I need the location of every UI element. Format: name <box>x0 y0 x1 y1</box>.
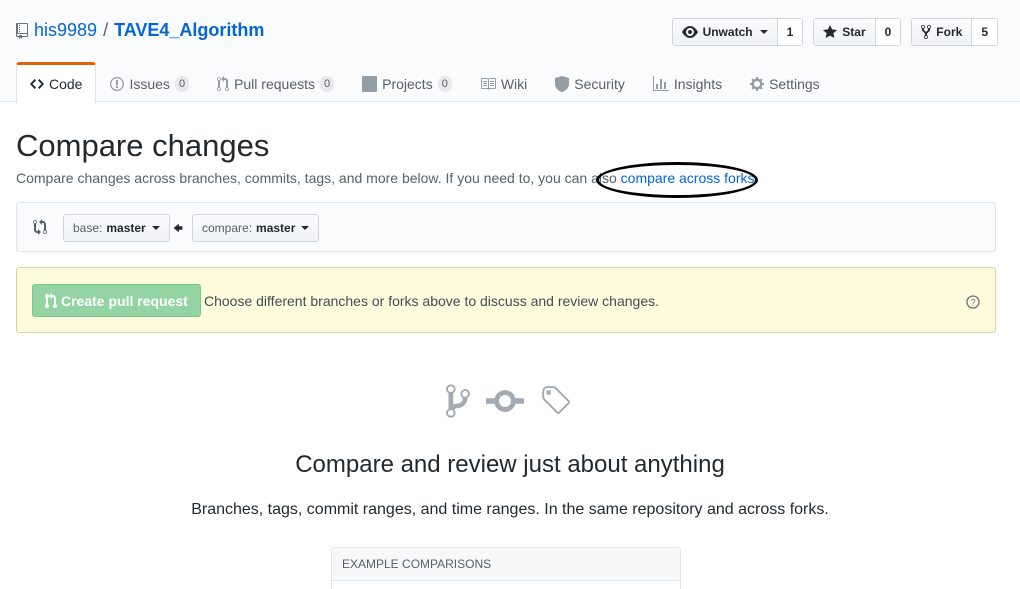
compare-branch-prefix: compare: <box>202 221 253 235</box>
repo-header: his9989 / TAVE4_Algorithm Unwatch 1 Star… <box>0 0 1020 103</box>
repo-owner-link[interactable]: his9989 <box>34 20 97 41</box>
fork-icon <box>921 24 932 40</box>
base-branch-name: master <box>106 221 146 235</box>
fork-group: Fork 5 <box>911 18 998 46</box>
code-icon <box>30 79 44 89</box>
book-icon <box>480 77 496 90</box>
projects-counter: 0 <box>437 75 452 92</box>
flash-message: Choose different branches or forks above… <box>204 293 659 309</box>
page-title: Compare changes <box>16 128 270 163</box>
gear-icon <box>750 76 765 91</box>
tab-insights[interactable]: Insights <box>639 62 736 102</box>
chevron-down-icon <box>151 226 160 230</box>
create-pull-request-label: Create pull request <box>61 292 188 309</box>
stargazers-count[interactable]: 0 <box>875 19 901 45</box>
repo-name-link[interactable]: TAVE4_Algorithm <box>114 20 264 41</box>
tab-insights-label: Insights <box>673 75 723 92</box>
example-comparisons-header: Example comparisons <box>332 548 680 581</box>
compare-arrows-icon <box>33 219 47 235</box>
watchers-count[interactable]: 1 <box>777 19 803 45</box>
question-icon[interactable]: ? <box>966 295 980 309</box>
compare-across-forks-link[interactable]: compare across forks. <box>621 170 759 186</box>
star-label: Star <box>842 25 866 39</box>
forks-count[interactable]: 5 <box>972 19 997 45</box>
base-branch-select[interactable]: base: master <box>63 214 170 242</box>
blankslate-description: Branches, tags, commit ranges, and time … <box>191 501 829 518</box>
issues-counter: 0 <box>174 75 190 92</box>
tab-code[interactable]: Code <box>16 62 97 103</box>
tag-icon <box>542 386 571 414</box>
pull-request-icon <box>217 75 230 91</box>
commit-icon <box>486 390 524 412</box>
star-group: Star 0 <box>813 18 902 46</box>
tab-security-label: Security <box>574 75 625 92</box>
blankslate-title: Compare and review just about anything <box>295 451 725 478</box>
tab-pull-requests-label: Pull requests <box>234 75 315 92</box>
tab-projects-label: Projects <box>382 75 433 92</box>
arrow-left-icon <box>173 223 183 233</box>
chevron-down-icon <box>301 226 310 230</box>
tab-settings[interactable]: Settings <box>736 62 834 102</box>
graph-icon <box>652 75 669 91</box>
tab-issues-label: Issues <box>129 75 170 92</box>
project-icon <box>362 75 378 92</box>
compare-branch-select[interactable]: compare: master <box>192 214 320 242</box>
branch-icon <box>446 384 470 418</box>
star-icon <box>823 25 838 38</box>
tab-wiki[interactable]: Wiki <box>466 62 541 102</box>
svg-text:?: ? <box>970 298 975 308</box>
compare-flash: Create pull request Choose different bra… <box>16 267 996 333</box>
tab-settings-label: Settings <box>769 75 820 92</box>
eye-icon <box>681 26 698 38</box>
tab-wiki-label: Wiki <box>500 75 528 92</box>
issue-icon <box>110 76 125 91</box>
watch-group: Unwatch 1 <box>671 18 804 46</box>
star-button[interactable]: Star <box>814 19 876 45</box>
blankslate-icons <box>444 382 572 420</box>
base-branch-prefix: base: <box>73 221 103 235</box>
page-description: Compare changes across branches, commits… <box>16 170 758 186</box>
unwatch-button[interactable]: Unwatch <box>672 19 778 45</box>
tab-code-label: Code <box>49 76 83 92</box>
tab-security[interactable]: Security <box>541 62 639 102</box>
pull-request-icon <box>45 292 57 308</box>
fork-button[interactable]: Fork <box>912 19 973 45</box>
compare-branch-name: master <box>256 221 296 235</box>
shield-icon <box>555 75 570 92</box>
repo-separator: / <box>103 20 109 40</box>
unwatch-label: Unwatch <box>702 25 753 39</box>
repo-icon <box>16 22 28 39</box>
chevron-down-icon <box>759 30 768 34</box>
create-pull-request-button[interactable]: Create pull request <box>32 284 201 317</box>
range-editor: base: master compare: master <box>16 202 996 252</box>
tab-projects[interactable]: Projects 0 <box>348 62 466 102</box>
page-description-text: Compare changes across branches, commits… <box>16 170 621 186</box>
tab-pull-requests[interactable]: Pull requests 0 <box>203 62 348 102</box>
tab-issues[interactable]: Issues 0 <box>96 62 203 102</box>
repo-title: his9989 / TAVE4_Algorithm <box>16 20 264 41</box>
pull-requests-counter: 0 <box>320 75 335 92</box>
repo-nav: Code Issues 0 Pull requests 0 Projects 0… <box>16 62 834 103</box>
example-comparisons-box: Example comparisons <box>331 547 681 589</box>
repo-actions: Unwatch 1 Star 0 Fork 5 <box>671 18 998 46</box>
fork-label: Fork <box>936 25 963 39</box>
